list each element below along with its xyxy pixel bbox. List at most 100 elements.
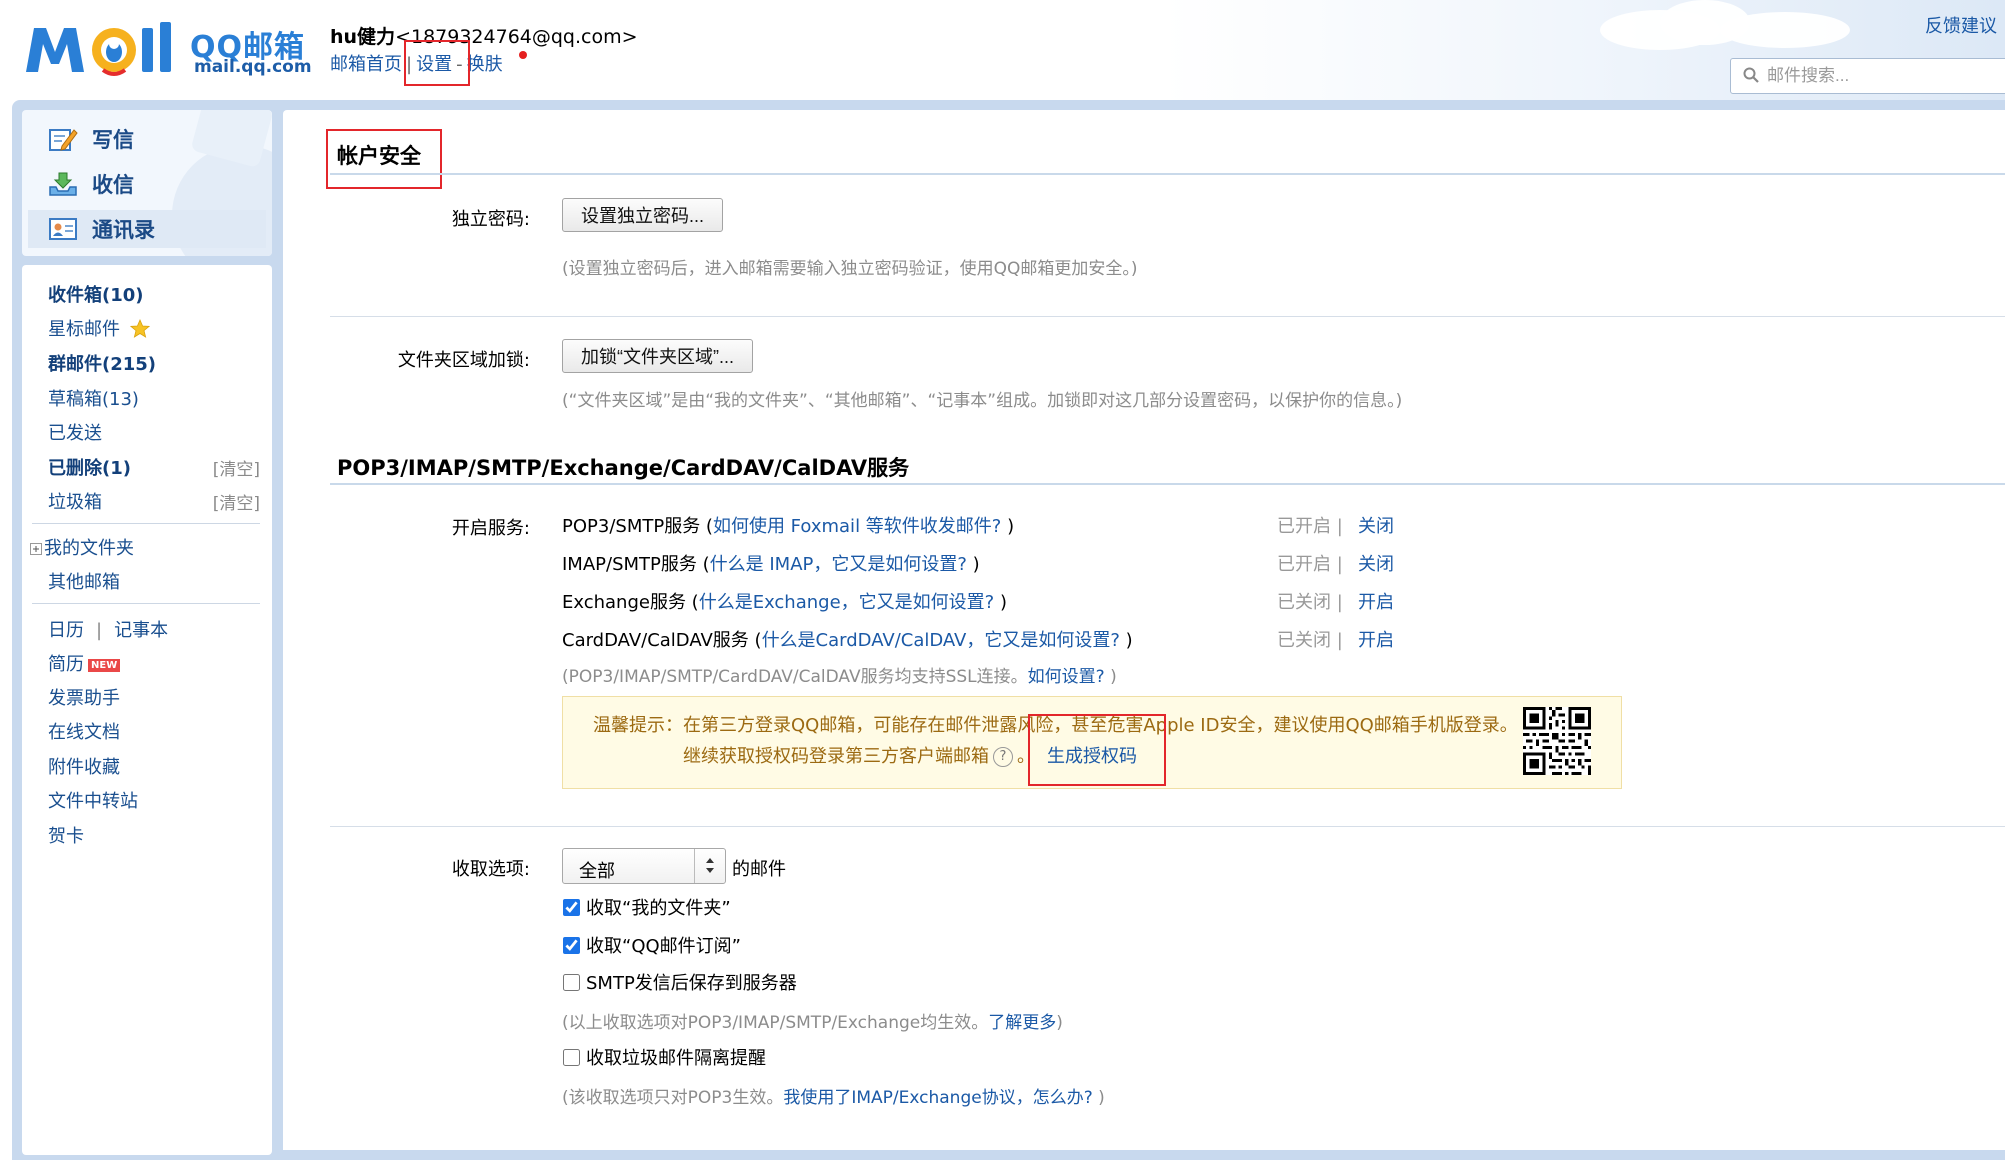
paren: ( bbox=[748, 630, 762, 651]
select-arrows-icon bbox=[694, 849, 725, 883]
highlight-settings-box bbox=[404, 40, 470, 86]
paren: ( bbox=[696, 554, 710, 575]
compose-label: 写信 bbox=[92, 128, 134, 152]
service-name: IMAP/SMTP服务 bbox=[562, 554, 697, 575]
greeting-cards-link[interactable]: 贺卡 bbox=[48, 822, 84, 848]
resume-row[interactable]: 简历 NEW bbox=[48, 650, 121, 676]
clear-deleted-link[interactable]: [清空] bbox=[213, 455, 260, 480]
ssl-note-text: (POP3/IMAP/SMTP/CardDAV/CalDAV服务均支持SSL连接… bbox=[562, 667, 1028, 687]
paren: ) bbox=[1092, 1088, 1105, 1108]
note-text: (该收取选项只对POP3生效。 bbox=[562, 1088, 784, 1108]
paren: ) bbox=[966, 554, 980, 575]
status-separator: | bbox=[1336, 554, 1343, 575]
paren: ( bbox=[685, 592, 699, 613]
status-text: 已开启 bbox=[1277, 516, 1331, 537]
receive-options-label: 收取选项: bbox=[451, 859, 530, 880]
notes-link[interactable]: 记事本 bbox=[114, 620, 168, 641]
search-input[interactable] bbox=[1765, 63, 2005, 89]
service-help-link[interactable]: 什么是CardDAV/CalDAV，它又是如何设置? bbox=[762, 630, 1120, 651]
receive-qq-subscription-checkbox[interactable] bbox=[563, 936, 580, 954]
lock-folder-area-button[interactable]: 加锁“文件夹区域”... bbox=[562, 339, 753, 373]
folder-trash[interactable]: 垃圾箱 bbox=[48, 488, 102, 514]
smtp-save-sent-option[interactable]: SMTP发信后保存到服务器 bbox=[562, 969, 797, 995]
attachment-favorites-link[interactable]: 附件收藏 bbox=[48, 753, 120, 779]
logo-domain: mail.qq.com bbox=[194, 57, 312, 77]
smtp-save-sent-checkbox[interactable] bbox=[563, 973, 580, 991]
status-text: 已关闭 bbox=[1277, 630, 1331, 651]
expand-plus-icon[interactable] bbox=[30, 543, 42, 555]
folder-other-mailboxes[interactable]: 其他邮箱 bbox=[48, 568, 120, 594]
online-docs-link[interactable]: 在线文档 bbox=[48, 718, 120, 744]
invoice-assistant-link[interactable]: 发票助手 bbox=[48, 684, 120, 710]
clear-trash-link[interactable]: [清空] bbox=[213, 489, 260, 514]
folder-deleted[interactable]: 已删除(1) bbox=[48, 454, 131, 480]
new-badge: NEW bbox=[88, 658, 121, 672]
status-separator: | bbox=[1336, 516, 1343, 537]
service-exchange: Exchange服务 (什么是Exchange，它又是如何设置? ) bbox=[562, 588, 1007, 614]
exchange-enable-link[interactable]: 开启 bbox=[1358, 588, 1394, 614]
user-name: hu健力 bbox=[330, 26, 396, 48]
receive-options-note: (以上收取选项对POP3/IMAP/SMTP/Exchange均生效。了解更多) bbox=[562, 1008, 1063, 1033]
compose-icon bbox=[49, 129, 78, 151]
set-independent-password-button[interactable]: 设置独立密码... bbox=[562, 198, 724, 232]
calendar-notes-row: 日历 | 记事本 bbox=[48, 616, 168, 642]
folder-starred-label: 星标邮件 bbox=[48, 319, 120, 340]
service-help-link[interactable]: 什么是Exchange，它又是如何设置? bbox=[699, 592, 995, 613]
folder-group-mail[interactable]: 群邮件(215) bbox=[48, 350, 156, 376]
folder-lock-label: 文件夹区域加锁: bbox=[397, 350, 530, 371]
skin-link[interactable]: 换肤 bbox=[467, 54, 503, 75]
tip-auth-text: 继续获取授权码登录第三方客户端邮箱 bbox=[683, 746, 989, 767]
spam-isolation-reminder-checkbox[interactable] bbox=[563, 1048, 580, 1066]
option-label: 收取“我的文件夹” bbox=[586, 898, 731, 919]
status-text: 已开启 bbox=[1277, 554, 1331, 575]
service-status: 已开启 | bbox=[1277, 550, 1343, 576]
mail-home-link[interactable]: 邮箱首页 bbox=[330, 54, 402, 75]
mail-logo[interactable] bbox=[24, 20, 186, 82]
spam-isolation-reminder-option[interactable]: 收取垃圾邮件隔离提醒 bbox=[562, 1044, 766, 1070]
inbox-download-icon bbox=[49, 172, 77, 196]
row-divider bbox=[330, 316, 2005, 317]
folder-my-folders[interactable]: 我的文件夹 bbox=[30, 534, 134, 560]
mail-search-box[interactable] bbox=[1730, 58, 2005, 94]
service-carddav-caldav: CardDAV/CalDAV服务 (什么是CardDAV/CalDAV，它又是如… bbox=[562, 626, 1133, 652]
top-header: QQ邮箱 mail.qq.com hu健力<1879324764@qq.com>… bbox=[0, 0, 2005, 102]
highlight-title-box bbox=[326, 129, 442, 189]
receive-button[interactable]: 收信 bbox=[28, 165, 266, 203]
resume-label: 简历 bbox=[48, 654, 84, 675]
folder-inbox[interactable]: 收件箱(10) bbox=[48, 281, 144, 307]
folder-drafts[interactable]: 草稿箱(13) bbox=[48, 385, 139, 411]
imap-exchange-help-link[interactable]: 我使用了IMAP/Exchange协议，怎么办? bbox=[783, 1088, 1092, 1108]
carddav-enable-link[interactable]: 开启 bbox=[1358, 626, 1394, 652]
status-text: 已关闭 bbox=[1277, 592, 1331, 613]
receive-scope-suffix: 的邮件 bbox=[732, 859, 786, 880]
receive-scope-select[interactable]: 全部 bbox=[562, 848, 726, 884]
service-help-link[interactable]: 什么是 IMAP，它又是如何设置? bbox=[710, 554, 967, 575]
file-transfer-link[interactable]: 文件中转站 bbox=[48, 787, 138, 813]
feedback-link[interactable]: 反馈建议 bbox=[1925, 12, 1997, 38]
help-question-icon[interactable]: ? bbox=[993, 747, 1013, 767]
receive-qq-subscription-option[interactable]: 收取“QQ邮件订阅” bbox=[562, 932, 741, 958]
receive-my-folders-option[interactable]: 收取“我的文件夹” bbox=[562, 894, 731, 920]
section-divider bbox=[330, 483, 2005, 485]
option-label: SMTP发信后保存到服务器 bbox=[586, 973, 797, 994]
folder-list: 收件箱(10) 星标邮件 群邮件(215) 草稿箱(13) 已发送 已删除(1)… bbox=[22, 265, 272, 1155]
option-label: 收取“QQ邮件订阅” bbox=[586, 936, 741, 957]
services-title: POP3/IMAP/SMTP/Exchange/CardDAV/CalDAV服务 bbox=[337, 456, 910, 480]
section-divider bbox=[330, 173, 2005, 175]
pop3-disable-link[interactable]: 关闭 bbox=[1358, 512, 1394, 538]
quick-actions-panel: 写信 收信 通讯录 bbox=[22, 110, 272, 256]
folder-starred[interactable]: 星标邮件 bbox=[48, 315, 150, 341]
folder-lock-note: (“文件夹区域”是由“我的文件夹”、“其他邮箱”、“记事本”组成。加锁即对这几部… bbox=[562, 391, 1403, 411]
receive-my-folders-checkbox[interactable] bbox=[563, 898, 580, 916]
folder-sent[interactable]: 已发送 bbox=[48, 419, 102, 445]
highlight-generate-code-box bbox=[1028, 714, 1166, 786]
service-help-link[interactable]: 如何使用 Foxmail 等软件收发邮件? bbox=[713, 516, 1001, 537]
contacts-button[interactable]: 通讯录 bbox=[28, 210, 266, 248]
compose-button[interactable]: 写信 bbox=[28, 120, 266, 158]
imap-disable-link[interactable]: 关闭 bbox=[1358, 550, 1394, 576]
my-folders-label: 我的文件夹 bbox=[44, 538, 134, 559]
ssl-howto-link[interactable]: 如何设置? bbox=[1028, 667, 1105, 687]
learn-more-link[interactable]: 了解更多 bbox=[988, 1013, 1056, 1033]
search-icon bbox=[1743, 67, 1759, 83]
calendar-link[interactable]: 日历 bbox=[48, 620, 84, 641]
